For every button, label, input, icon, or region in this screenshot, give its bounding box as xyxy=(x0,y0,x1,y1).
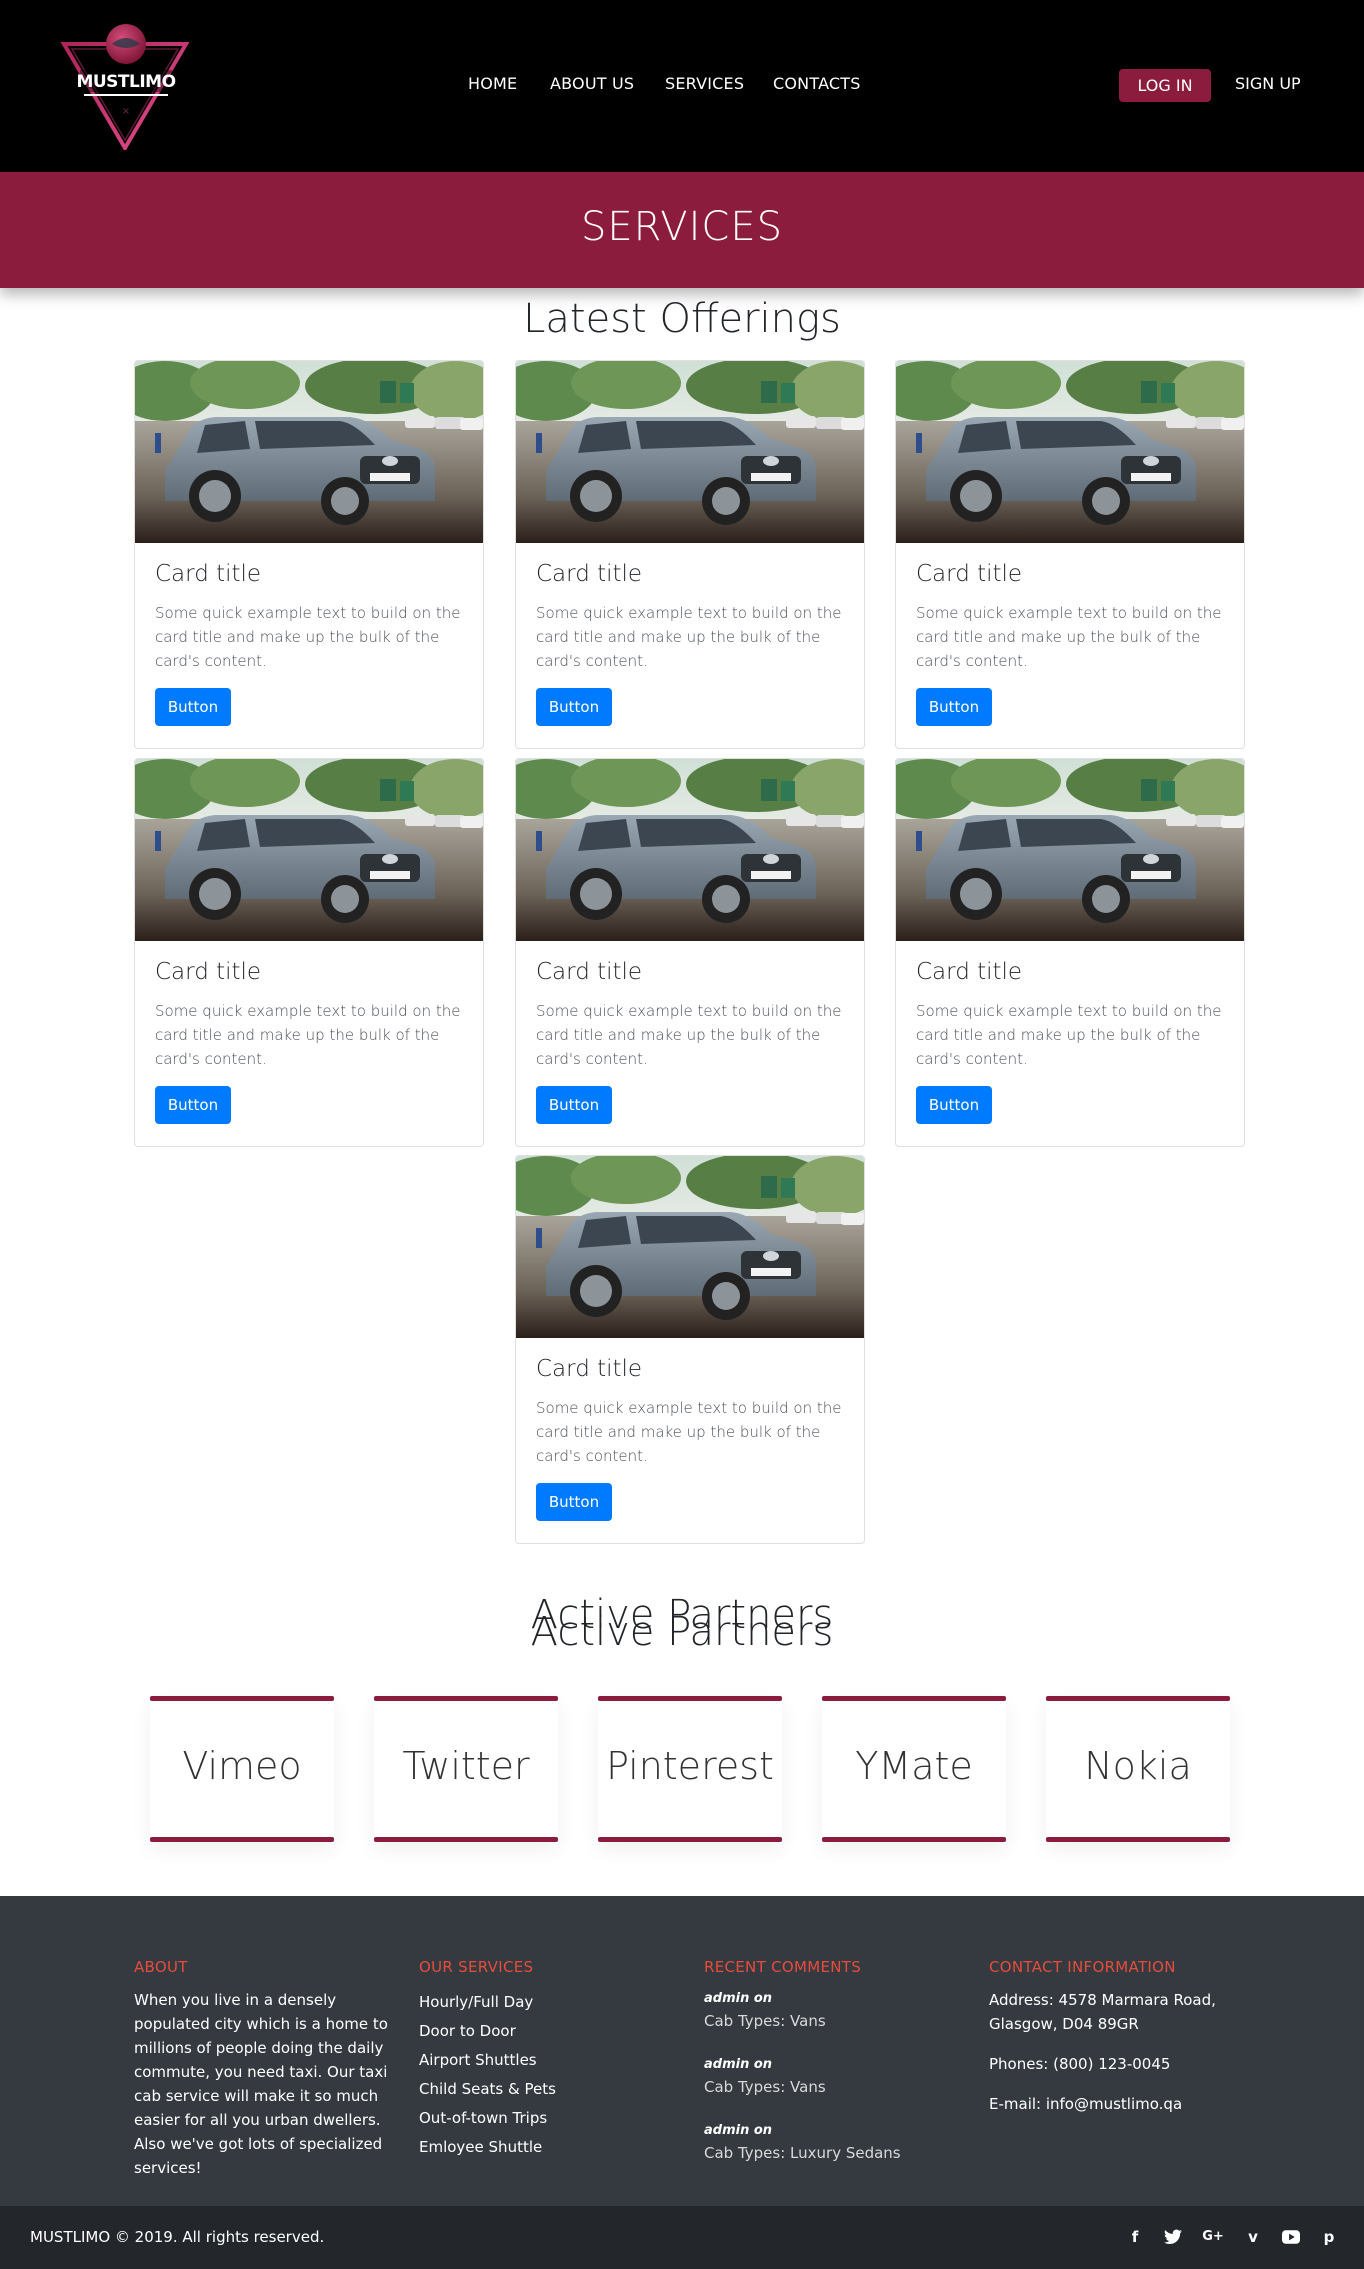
card-title: Card title xyxy=(916,561,1023,587)
partner-name: Nokia xyxy=(1084,1744,1192,1788)
nav-services[interactable]: SERVICES xyxy=(665,74,744,93)
offerings-title: Latest Offerings xyxy=(523,296,841,342)
card-title: Card title xyxy=(536,959,643,985)
footer-service-link[interactable]: Out-of-town Trips xyxy=(419,2104,679,2133)
partner-bar-top xyxy=(598,1696,782,1701)
page-title: SERVICES xyxy=(580,204,784,250)
footer-about-text: When you live in a densely populated cit… xyxy=(134,1991,388,2177)
offering-card: Card title Some quick example text to bu… xyxy=(895,758,1245,1147)
facebook-icon[interactable]: f xyxy=(1124,2226,1146,2248)
comment-item[interactable]: admin on Cab Types: Luxury Sedans xyxy=(704,2120,964,2164)
card-title: Card title xyxy=(155,959,262,985)
site-header: MUSTLIMO × HOME ABOUT US SERVICES CONTAC… xyxy=(0,0,1364,172)
footer-services-list: Hourly/Full Day Door to Door Airport Shu… xyxy=(419,1988,679,2162)
card-button[interactable]: Button xyxy=(155,688,231,726)
site-footer: ABOUT When you live in a densely populat… xyxy=(0,1896,1364,2206)
footer-services-heading: OUR SERVICES xyxy=(419,1958,534,1976)
card-text: Some quick example text to build on the … xyxy=(536,1002,842,1068)
partner-bar-top xyxy=(822,1696,1006,1701)
nav-contacts[interactable]: CONTACTS xyxy=(773,74,861,93)
comment-item[interactable]: admin on Cab Types: Vans xyxy=(704,2054,964,2098)
partner-vimeo[interactable]: Vimeo xyxy=(150,1696,334,1842)
offering-card: Card title Some quick example text to bu… xyxy=(515,360,865,749)
footer-service-link[interactable]: Child Seats & Pets xyxy=(419,2075,679,2104)
offering-card: Card title Some quick example text to bu… xyxy=(515,1155,865,1544)
footer-comments-heading: RECENT COMMENTS xyxy=(704,1958,862,1976)
offering-card: Card title Some quick example text to bu… xyxy=(134,360,484,749)
svg-text:×: × xyxy=(122,106,130,117)
card-button[interactable]: Button xyxy=(536,1086,612,1124)
contact-phone: Phones: (800) 123-0045 xyxy=(989,2055,1171,2073)
partner-bar-bottom xyxy=(374,1837,558,1842)
social-links: f G+ v p xyxy=(1124,2226,1344,2250)
offering-card: Card title Some quick example text to bu… xyxy=(515,758,865,1147)
card-text: Some quick example text to build on the … xyxy=(155,1002,461,1068)
comment-author: admin on xyxy=(704,2123,773,2138)
vimeo-icon[interactable]: v xyxy=(1242,2226,1264,2248)
card-title: Card title xyxy=(536,1356,643,1382)
card-text: Some quick example text to build on the … xyxy=(916,1002,1222,1068)
partner-bar-bottom xyxy=(1046,1837,1230,1842)
comment-text[interactable]: Cab Types: Luxury Sedans xyxy=(704,2142,964,2164)
footer-service-link[interactable]: Door to Door xyxy=(419,2017,679,2046)
card-button[interactable]: Button xyxy=(155,1086,231,1124)
card-text: Some quick example text to build on the … xyxy=(155,604,461,670)
partner-name: YMate xyxy=(855,1744,973,1788)
card-title: Card title xyxy=(536,561,643,587)
footer-about: ABOUT When you live in a densely populat… xyxy=(134,1958,394,2180)
contact-email[interactable]: E-mail: info@mustlimo.qa xyxy=(989,2092,1229,2116)
partner-name: Pinterest xyxy=(606,1744,774,1788)
partners-title-shadow: Active Partners xyxy=(530,1609,834,1655)
comment-text[interactable]: Cab Types: Vans xyxy=(704,2076,964,2098)
partner-bar-top xyxy=(1046,1696,1230,1701)
card-text: Some quick example text to build on the … xyxy=(536,604,842,670)
signup-link[interactable]: SIGN UP xyxy=(1235,74,1301,93)
partner-pinterest[interactable]: Pinterest xyxy=(598,1696,782,1842)
card-button[interactable]: Button xyxy=(536,1483,612,1521)
copyright-text: MUSTLIMO © 2019. All rights reserved. xyxy=(30,2228,325,2246)
offering-card: Card title Some quick example text to bu… xyxy=(134,758,484,1147)
google-plus-icon[interactable]: G+ xyxy=(1202,2226,1224,2248)
card-text: Some quick example text to build on the … xyxy=(536,1399,842,1465)
footer-service-link[interactable]: Airport Shuttles xyxy=(419,2046,679,2075)
card-title: Card title xyxy=(155,561,262,587)
footer-comments: RECENT COMMENTS admin on Cab Types: Vans… xyxy=(704,1958,964,2186)
partner-name: Twitter xyxy=(402,1744,530,1788)
comment-text[interactable]: Cab Types: Vans xyxy=(704,2010,964,2032)
comment-author: admin on xyxy=(704,1991,773,2006)
partner-name: Vimeo xyxy=(182,1744,302,1788)
card-button[interactable]: Button xyxy=(536,688,612,726)
partner-bar-bottom xyxy=(598,1837,782,1842)
login-button[interactable]: LOG IN xyxy=(1119,69,1211,102)
card-title: Card title xyxy=(916,959,1023,985)
partner-twitter[interactable]: Twitter xyxy=(374,1696,558,1842)
partner-bar-top xyxy=(150,1696,334,1701)
partner-bar-bottom xyxy=(150,1837,334,1842)
partner-ymate[interactable]: YMate xyxy=(822,1696,1006,1842)
offering-card: Card title Some quick example text to bu… xyxy=(895,360,1245,749)
partner-bar-bottom xyxy=(822,1837,1006,1842)
card-button[interactable]: Button xyxy=(916,1086,992,1124)
partner-bar-top xyxy=(374,1696,558,1701)
contact-address: Address: 4578 Marmara Road, Glasgow, D04… xyxy=(989,1991,1216,2033)
pinterest-icon[interactable]: p xyxy=(1318,2226,1340,2248)
page-banner: SERVICES xyxy=(0,172,1364,288)
footer-service-link[interactable]: Hourly/Full Day xyxy=(419,1988,679,2017)
youtube-icon[interactable] xyxy=(1280,2226,1302,2248)
comment-item[interactable]: admin on Cab Types: Vans xyxy=(704,1988,964,2032)
partner-nokia[interactable]: Nokia xyxy=(1046,1696,1230,1842)
footer-service-link[interactable]: Emloyee Shuttle xyxy=(419,2133,679,2162)
card-text: Some quick example text to build on the … xyxy=(916,604,1222,670)
comment-author: admin on xyxy=(704,2057,773,2072)
footer-bottom-bar: MUSTLIMO © 2019. All rights reserved. f … xyxy=(0,2206,1364,2269)
card-button[interactable]: Button xyxy=(916,688,992,726)
footer-contact-heading: CONTACT INFORMATION xyxy=(989,1958,1176,1976)
nav-about-us[interactable]: ABOUT US xyxy=(550,74,634,93)
nav-home[interactable]: HOME xyxy=(468,74,517,93)
footer-contact: CONTACT INFORMATION Address: 4578 Marmar… xyxy=(989,1958,1229,2132)
footer-services: OUR SERVICES Hourly/Full Day Door to Doo… xyxy=(419,1958,679,2162)
twitter-icon[interactable] xyxy=(1162,2226,1184,2248)
footer-about-heading: ABOUT xyxy=(134,1958,188,1976)
